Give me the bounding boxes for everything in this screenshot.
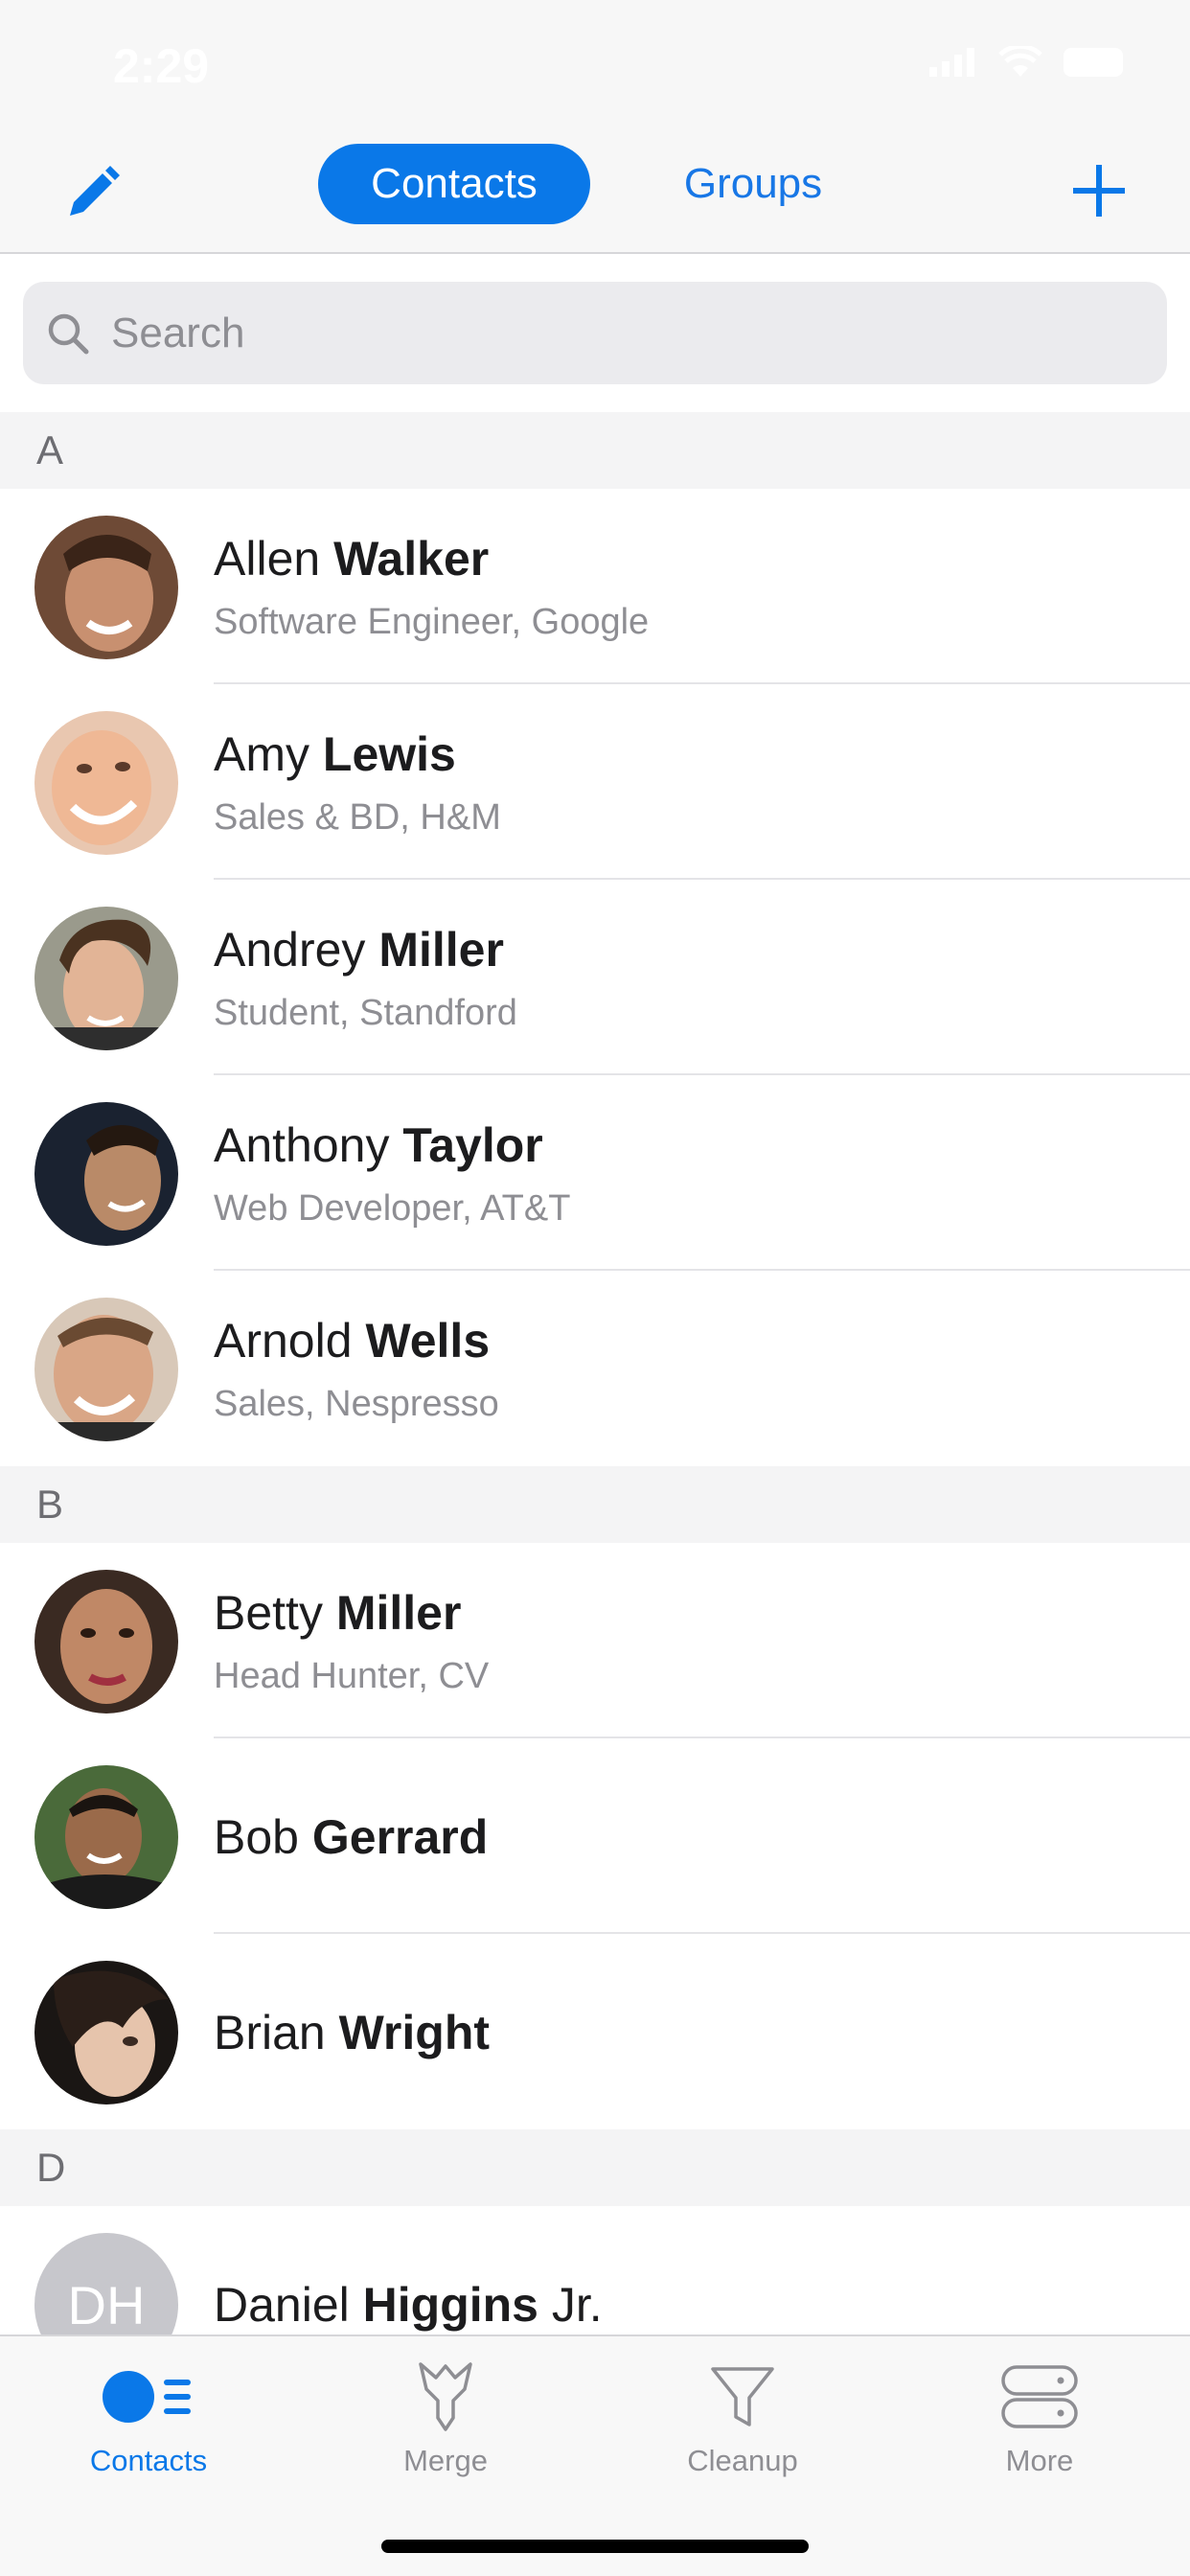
contact-row[interactable]: Arnold Wells Sales, Nespresso bbox=[0, 1271, 1190, 1466]
last-name: Higgins bbox=[362, 2278, 538, 2332]
more-icon bbox=[1000, 2356, 1079, 2438]
contact-row[interactable]: Brian Wright bbox=[0, 1934, 1190, 2129]
contact-name: Arnold Wells bbox=[214, 1313, 490, 1368]
contact-name: Betty Miller bbox=[214, 1585, 461, 1641]
contact-row[interactable]: Betty Miller Head Hunter, CV bbox=[0, 1543, 1190, 1738]
filter-icon bbox=[709, 2356, 776, 2438]
nav-bar: Contacts Groups bbox=[0, 134, 1190, 254]
avatar bbox=[34, 907, 178, 1050]
search-input[interactable]: Search bbox=[23, 282, 1167, 384]
last-name: Miller bbox=[335, 1586, 462, 1640]
status-icons bbox=[929, 46, 1123, 79]
contact-subtitle: Sales, Nespresso bbox=[214, 1384, 499, 1424]
first-name: Daniel bbox=[214, 2278, 350, 2332]
contacts-icon bbox=[103, 2356, 195, 2438]
cellular-icon bbox=[929, 48, 974, 77]
last-name: Wright bbox=[338, 2006, 491, 2059]
contact-row[interactable]: Allen Walker Software Engineer, Google bbox=[0, 489, 1190, 684]
first-name: Arnold bbox=[214, 1314, 353, 1368]
first-name: Betty bbox=[214, 1586, 323, 1640]
tab-label: Merge bbox=[403, 2444, 488, 2477]
section-header-b: B bbox=[0, 1466, 1190, 1543]
first-name: Allen bbox=[214, 532, 321, 586]
contact-subtitle: Software Engineer, Google bbox=[214, 602, 650, 642]
tab-label: More bbox=[1005, 2444, 1074, 2477]
section-header-d: D bbox=[0, 2129, 1190, 2206]
last-name: Wells bbox=[365, 1314, 491, 1368]
tab-label: Cleanup bbox=[687, 2444, 798, 2477]
avatar bbox=[34, 516, 178, 659]
contact-row[interactable]: Amy Lewis Sales & BD, H&M bbox=[0, 684, 1190, 880]
last-name: Taylor bbox=[402, 1118, 543, 1172]
tab-contacts[interactable]: Contacts bbox=[318, 144, 590, 224]
first-name: Amy bbox=[214, 727, 309, 781]
avatar bbox=[34, 1961, 178, 2104]
first-name: Andrey bbox=[214, 923, 366, 977]
avatar bbox=[34, 1298, 178, 1441]
tab-bar-cleanup[interactable]: Cleanup bbox=[594, 2356, 891, 2490]
avatar bbox=[34, 711, 178, 855]
avatar bbox=[34, 1570, 178, 1714]
last-name: Miller bbox=[378, 923, 504, 977]
first-name: Anthony bbox=[214, 1118, 390, 1172]
first-name: Bob bbox=[214, 1810, 299, 1864]
contact-name: Allen Walker bbox=[214, 531, 489, 586]
avatar bbox=[34, 1102, 178, 1246]
wifi-icon bbox=[998, 46, 1042, 77]
search-placeholder: Search bbox=[111, 309, 245, 356]
contact-name: Amy Lewis bbox=[214, 726, 456, 782]
contact-subtitle: Sales & BD, H&M bbox=[214, 797, 501, 838]
contact-subtitle: Web Developer, AT&T bbox=[214, 1188, 571, 1229]
merge-icon bbox=[415, 2356, 476, 2438]
segmented-control: Contacts Groups bbox=[318, 144, 916, 224]
contact-subtitle: Student, Standford bbox=[214, 993, 517, 1033]
contact-name: Anthony Taylor bbox=[214, 1117, 543, 1173]
battery-icon bbox=[1064, 48, 1123, 77]
plus-icon bbox=[1073, 165, 1125, 217]
first-name: Brian bbox=[214, 2006, 326, 2059]
tab-bar-contacts[interactable]: Contacts bbox=[0, 2356, 297, 2490]
tab-label: Contacts bbox=[89, 2444, 208, 2477]
pencil-icon bbox=[70, 166, 120, 216]
section-header-a: A bbox=[0, 412, 1190, 489]
status-bar: 2:29 bbox=[0, 0, 1190, 134]
contact-row[interactable]: Andrey Miller Student, Standford bbox=[0, 880, 1190, 1075]
contact-subtitle: Head Hunter, CV bbox=[214, 1656, 490, 1696]
contact-name: Daniel Higgins Jr. bbox=[214, 2277, 603, 2333]
status-time: 2:29 bbox=[113, 39, 210, 93]
last-name: Lewis bbox=[322, 727, 456, 781]
contact-name: Bob Gerrard bbox=[214, 1809, 488, 1865]
contact-name: Andrey Miller bbox=[214, 922, 504, 978]
contact-row[interactable]: Anthony Taylor Web Developer, AT&T bbox=[0, 1075, 1190, 1271]
name-suffix: Jr. bbox=[551, 2278, 603, 2332]
contact-list: A Allen Walker Software Engineer, Google… bbox=[0, 412, 1190, 2402]
tab-groups[interactable]: Groups bbox=[590, 144, 916, 224]
search-icon bbox=[44, 310, 92, 357]
last-name: Gerrard bbox=[311, 1810, 489, 1864]
contact-row[interactable]: Bob Gerrard bbox=[0, 1738, 1190, 1934]
tab-bar-more[interactable]: More bbox=[891, 2356, 1188, 2490]
contact-name: Brian Wright bbox=[214, 2005, 490, 2060]
add-contact-button[interactable] bbox=[1065, 157, 1133, 224]
tab-bar-merge[interactable]: Merge bbox=[297, 2356, 594, 2490]
tab-bar: Contacts Merge Cleanup More bbox=[0, 2334, 1190, 2576]
search-bar: Search bbox=[0, 256, 1190, 412]
last-name: Walker bbox=[333, 532, 490, 586]
avatar bbox=[34, 1765, 178, 1909]
home-indicator bbox=[381, 2540, 809, 2553]
edit-button[interactable] bbox=[59, 159, 126, 226]
